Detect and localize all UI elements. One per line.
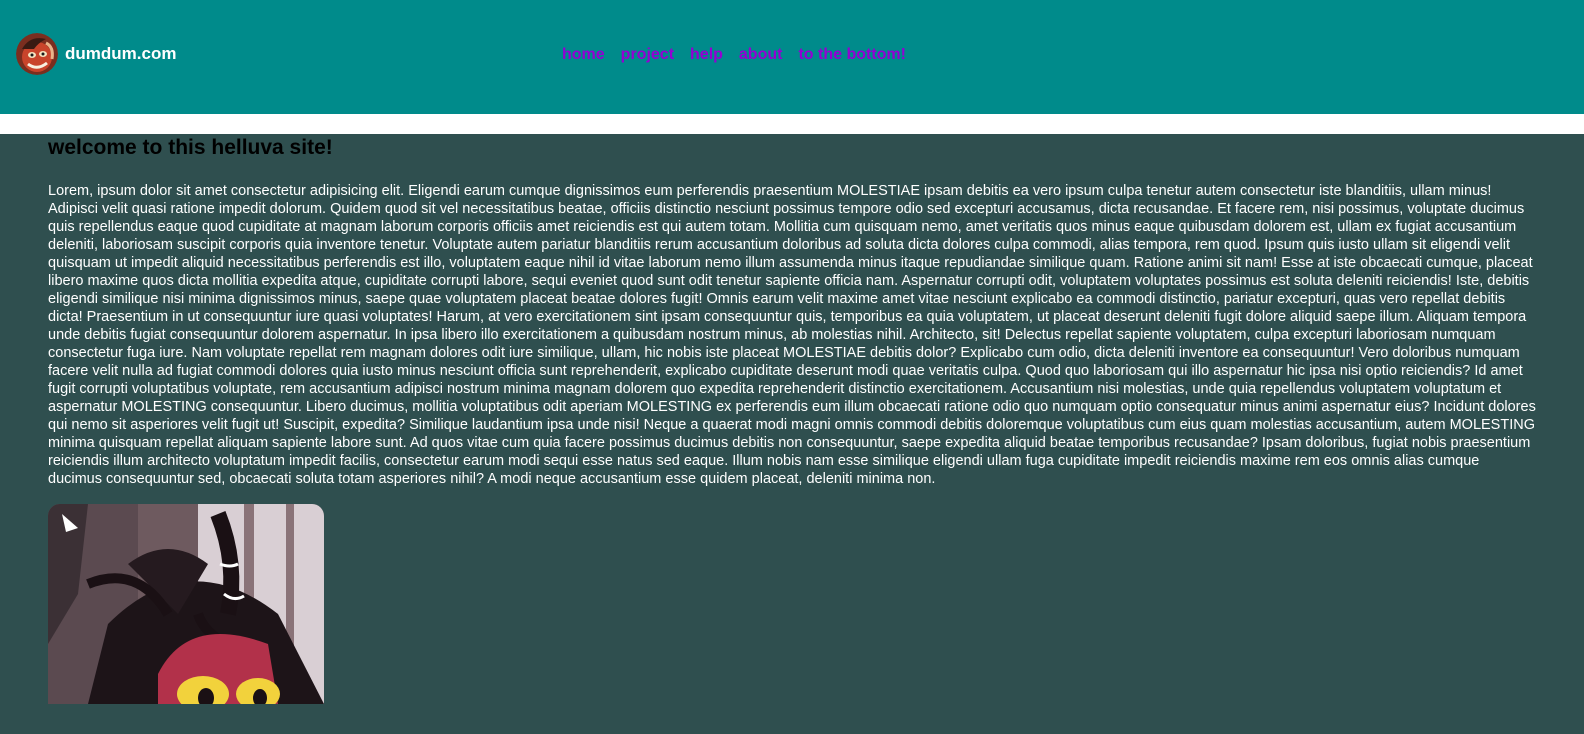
avatar-icon [16,33,58,75]
site-header: dumdum.com home project help about to th… [0,0,1584,114]
site-name[interactable]: dumdum.com [65,44,176,64]
main-content: welcome to this helluva site! Lorem, ips… [48,134,1536,704]
nav-link-help[interactable]: help [690,46,723,64]
nav-link-to-bottom[interactable]: to the bottom! [798,46,906,64]
nav-link-home[interactable]: home [562,46,605,64]
cartoon-character-icon [48,504,324,704]
header-separator [0,114,1584,134]
character-image [48,504,324,704]
nav-link-project[interactable]: project [621,46,674,64]
body-paragraph: Lorem, ipsum dolor sit amet consectetur … [48,183,1536,487]
page-title: welcome to this helluva site! [48,136,333,159]
main-nav: home project help about to the bottom! [562,46,922,64]
nav-link-about[interactable]: about [739,46,783,64]
site-logo[interactable]: dumdum.com [16,33,176,75]
